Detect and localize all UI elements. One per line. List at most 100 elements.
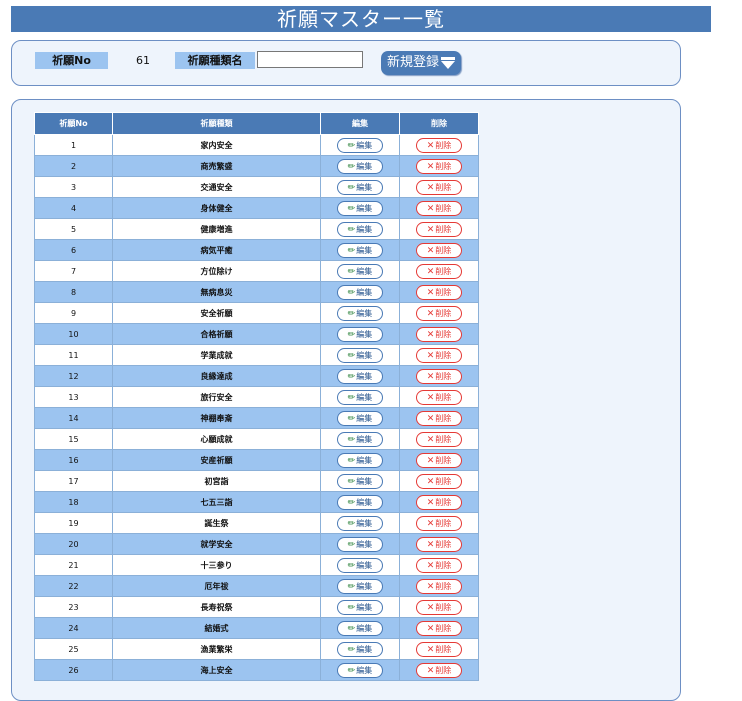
delete-button[interactable]: ✕削除 [416, 326, 462, 342]
delete-button[interactable]: ✕削除 [416, 368, 462, 384]
row-delete-cell: ✕削除 [399, 344, 479, 366]
edit-button[interactable]: ✏編集 [337, 578, 383, 594]
delete-button[interactable]: ✕削除 [416, 599, 462, 615]
new-register-label: 新規登録 [387, 55, 440, 70]
edit-button[interactable]: ✏編集 [337, 242, 383, 258]
edit-button[interactable]: ✏編集 [337, 158, 383, 174]
row-no: 23 [34, 596, 113, 618]
row-no: 1 [34, 134, 113, 156]
row-type: 健康増進 [112, 218, 321, 240]
row-type: 方位除け [112, 260, 321, 282]
pencil-icon: ✏ [347, 644, 356, 655]
row-delete-cell: ✕削除 [399, 575, 479, 597]
delete-button[interactable]: ✕削除 [416, 305, 462, 321]
close-icon: ✕ [426, 182, 435, 193]
close-icon: ✕ [426, 476, 435, 487]
edit-button[interactable]: ✏編集 [337, 389, 383, 405]
row-no: 5 [34, 218, 113, 240]
delete-button[interactable]: ✕削除 [416, 473, 462, 489]
row-type: 結婚式 [112, 617, 321, 639]
delete-label: 削除 [435, 140, 452, 150]
pencil-icon: ✏ [347, 560, 356, 571]
row-type: 家内安全 [112, 134, 321, 156]
delete-button[interactable]: ✕削除 [416, 284, 462, 300]
pencil-icon: ✏ [347, 413, 356, 424]
edit-button[interactable]: ✏編集 [337, 221, 383, 237]
delete-button[interactable]: ✕削除 [416, 557, 462, 573]
delete-button[interactable]: ✕削除 [416, 452, 462, 468]
delete-button[interactable]: ✕削除 [416, 137, 462, 153]
delete-button[interactable]: ✕削除 [416, 158, 462, 174]
edit-button[interactable]: ✏編集 [337, 410, 383, 426]
edit-button[interactable]: ✏編集 [337, 557, 383, 573]
row-edit-cell: ✏編集 [320, 512, 400, 534]
edit-button[interactable]: ✏編集 [337, 662, 383, 678]
delete-button[interactable]: ✕削除 [416, 410, 462, 426]
edit-button[interactable]: ✏編集 [337, 536, 383, 552]
delete-button[interactable]: ✕削除 [416, 431, 462, 447]
edit-button[interactable]: ✏編集 [337, 620, 383, 636]
delete-button[interactable]: ✕削除 [416, 494, 462, 510]
row-type: 漁業繁栄 [112, 638, 321, 660]
row-delete-cell: ✕削除 [399, 197, 479, 219]
pencil-icon: ✏ [347, 182, 356, 193]
edit-button[interactable]: ✏編集 [337, 284, 383, 300]
delete-label: 削除 [435, 434, 452, 444]
edit-button[interactable]: ✏編集 [337, 368, 383, 384]
edit-button[interactable]: ✏編集 [337, 347, 383, 363]
edit-button[interactable]: ✏編集 [337, 452, 383, 468]
delete-button[interactable]: ✕削除 [416, 200, 462, 216]
edit-button[interactable]: ✏編集 [337, 494, 383, 510]
edit-button[interactable]: ✏編集 [337, 473, 383, 489]
edit-label: 編集 [356, 602, 373, 612]
kigan-no-value: 61 [136, 54, 150, 67]
delete-button[interactable]: ✕削除 [416, 620, 462, 636]
edit-button[interactable]: ✏編集 [337, 137, 383, 153]
delete-button[interactable]: ✕削除 [416, 221, 462, 237]
edit-button[interactable]: ✏編集 [337, 515, 383, 531]
edit-button[interactable]: ✏編集 [337, 305, 383, 321]
row-edit-cell: ✏編集 [320, 533, 400, 555]
new-register-button[interactable]: 新規登録 [381, 51, 461, 75]
row-edit-cell: ✏編集 [320, 659, 400, 681]
row-type: 海上安全 [112, 659, 321, 681]
delete-button[interactable]: ✕削除 [416, 389, 462, 405]
row-delete-cell: ✕削除 [399, 491, 479, 513]
row-edit-cell: ✏編集 [320, 176, 400, 198]
delete-button[interactable]: ✕削除 [416, 536, 462, 552]
row-no: 8 [34, 281, 113, 303]
table-row: 13 旅行安全 ✏編集 ✕削除 [34, 386, 479, 408]
delete-button[interactable]: ✕削除 [416, 662, 462, 678]
row-type: 学業成就 [112, 344, 321, 366]
row-no: 26 [34, 659, 113, 681]
table-row: 19 誕生祭 ✏編集 ✕削除 [34, 512, 479, 534]
edit-label: 編集 [356, 476, 373, 486]
delete-button[interactable]: ✕削除 [416, 263, 462, 279]
close-icon: ✕ [426, 623, 435, 634]
edit-button[interactable]: ✏編集 [337, 200, 383, 216]
delete-button[interactable]: ✕削除 [416, 347, 462, 363]
close-icon: ✕ [426, 308, 435, 319]
pencil-icon: ✏ [347, 329, 356, 340]
edit-button[interactable]: ✏編集 [337, 179, 383, 195]
close-icon: ✕ [426, 539, 435, 550]
header-edit: 編集 [320, 112, 400, 135]
delete-label: 削除 [435, 560, 452, 570]
edit-button[interactable]: ✏編集 [337, 599, 383, 615]
kigan-type-input[interactable] [257, 51, 363, 68]
row-type: 病気平癒 [112, 239, 321, 261]
delete-button[interactable]: ✕削除 [416, 242, 462, 258]
delete-button[interactable]: ✕削除 [416, 179, 462, 195]
delete-button[interactable]: ✕削除 [416, 578, 462, 594]
delete-button[interactable]: ✕削除 [416, 515, 462, 531]
edit-button[interactable]: ✏編集 [337, 431, 383, 447]
edit-button[interactable]: ✏編集 [337, 641, 383, 657]
delete-button[interactable]: ✕削除 [416, 641, 462, 657]
row-delete-cell: ✕削除 [399, 407, 479, 429]
edit-button[interactable]: ✏編集 [337, 326, 383, 342]
pencil-icon: ✏ [347, 371, 356, 382]
row-delete-cell: ✕削除 [399, 176, 479, 198]
row-delete-cell: ✕削除 [399, 365, 479, 387]
edit-button[interactable]: ✏編集 [337, 263, 383, 279]
delete-label: 削除 [435, 371, 452, 381]
